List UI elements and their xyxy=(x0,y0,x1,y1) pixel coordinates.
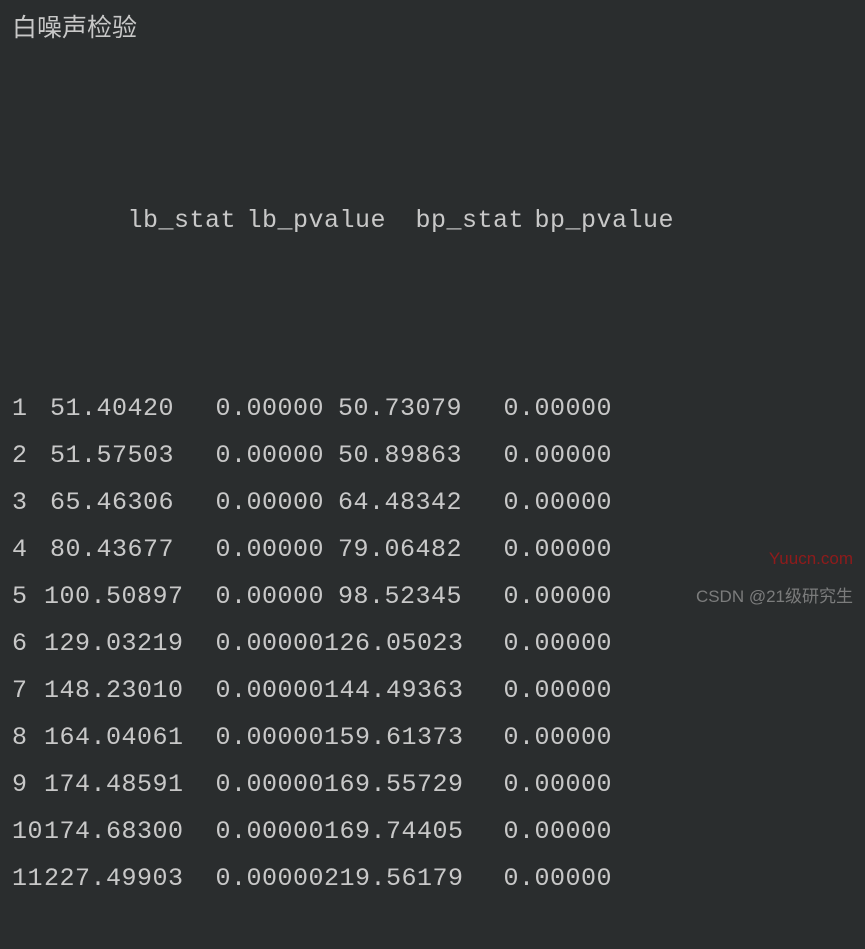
cell-bp-pvalue: 0.00000 xyxy=(462,714,612,761)
cell-lb-pvalue: 0.00000 xyxy=(174,620,324,667)
row-index: 6 xyxy=(12,620,44,667)
header-lb-stat: lb_stat xyxy=(106,197,236,244)
cell-bp-stat: 159.61373 xyxy=(324,714,462,761)
output-table: lb_statlb_pvaluebp_statbp_pvalue 151.404… xyxy=(12,56,853,949)
table-row: 365.463060.0000064.483420.00000 xyxy=(12,479,853,526)
header-bp-pvalue: bp_pvalue xyxy=(524,197,674,244)
table-header-row: lb_statlb_pvaluebp_statbp_pvalue xyxy=(12,150,853,291)
row-index: 10 xyxy=(12,808,44,855)
cell-lb-pvalue: 0.00000 xyxy=(174,761,324,808)
cell-lb-stat: 148.23010 xyxy=(44,667,174,714)
row-index: 11 xyxy=(12,855,44,902)
cell-bp-pvalue: 0.00000 xyxy=(462,385,612,432)
table-row: 11227.499030.00000219.561790.00000 xyxy=(12,855,853,902)
row-index: 1 xyxy=(12,385,44,432)
cell-bp-pvalue: 0.00000 xyxy=(462,620,612,667)
table-row: 251.575030.0000050.898630.00000 xyxy=(12,432,853,479)
cell-bp-pvalue: 0.00000 xyxy=(462,526,612,573)
cell-lb-pvalue: 0.00000 xyxy=(174,432,324,479)
cell-lb-stat: 65.46306 xyxy=(44,479,174,526)
cell-bp-stat: 50.89863 xyxy=(324,432,462,479)
watermark-site: Yuucn.com xyxy=(769,549,853,569)
header-index xyxy=(74,197,106,244)
row-index: 7 xyxy=(12,667,44,714)
cell-lb-pvalue: 0.00000 xyxy=(174,855,324,902)
cell-bp-stat: 64.48342 xyxy=(324,479,462,526)
cell-bp-pvalue: 0.00000 xyxy=(462,761,612,808)
cell-lb-stat: 227.49903 xyxy=(44,855,174,902)
cell-lb-stat: 80.43677 xyxy=(44,526,174,573)
cell-lb-pvalue: 0.00000 xyxy=(174,714,324,761)
table-row: 7148.230100.00000144.493630.00000 xyxy=(12,667,853,714)
table-row: 151.404200.0000050.730790.00000 xyxy=(12,385,853,432)
cell-bp-pvalue: 0.00000 xyxy=(462,808,612,855)
cell-lb-stat: 51.40420 xyxy=(44,385,174,432)
row-index: 4 xyxy=(12,526,44,573)
table-row: 8164.040610.00000159.613730.00000 xyxy=(12,714,853,761)
cell-lb-stat: 174.48591 xyxy=(44,761,174,808)
cell-lb-pvalue: 0.00000 xyxy=(174,808,324,855)
watermark-credit: CSDN @21级研究生 xyxy=(696,582,853,607)
output-title: 白噪声检验 xyxy=(12,8,853,44)
cell-bp-pvalue: 0.00000 xyxy=(462,855,612,902)
header-bp-stat: bp_stat xyxy=(386,197,524,244)
row-index: 9 xyxy=(12,761,44,808)
header-lb-pvalue: lb_pvalue xyxy=(236,197,386,244)
table-row: 6129.032190.00000126.050230.00000 xyxy=(12,620,853,667)
table-row: 10174.683000.00000169.744050.00000 xyxy=(12,808,853,855)
row-index: 2 xyxy=(12,432,44,479)
cell-lb-stat: 164.04061 xyxy=(44,714,174,761)
cell-bp-stat: 50.73079 xyxy=(324,385,462,432)
table-row: 480.436770.0000079.064820.00000 xyxy=(12,526,853,573)
cell-lb-pvalue: 0.00000 xyxy=(174,479,324,526)
table-row: 9174.485910.00000169.557290.00000 xyxy=(12,761,853,808)
cell-bp-stat: 219.56179 xyxy=(324,855,462,902)
cell-bp-stat: 126.05023 xyxy=(324,620,462,667)
cell-bp-stat: 169.55729 xyxy=(324,761,462,808)
cell-lb-stat: 51.57503 xyxy=(44,432,174,479)
row-index: 8 xyxy=(12,714,44,761)
cell-bp-stat: 169.74405 xyxy=(324,808,462,855)
cell-lb-stat: 174.68300 xyxy=(44,808,174,855)
cell-bp-pvalue: 0.00000 xyxy=(462,432,612,479)
cell-lb-pvalue: 0.00000 xyxy=(174,385,324,432)
row-index: 3 xyxy=(12,479,44,526)
cell-lb-pvalue: 0.00000 xyxy=(174,526,324,573)
cell-bp-stat: 79.06482 xyxy=(324,526,462,573)
cell-lb-stat: 129.03219 xyxy=(44,620,174,667)
cell-bp-pvalue: 0.00000 xyxy=(462,479,612,526)
cell-lb-pvalue: 0.00000 xyxy=(174,667,324,714)
cell-bp-pvalue: 0.00000 xyxy=(462,667,612,714)
cell-bp-stat: 144.49363 xyxy=(324,667,462,714)
